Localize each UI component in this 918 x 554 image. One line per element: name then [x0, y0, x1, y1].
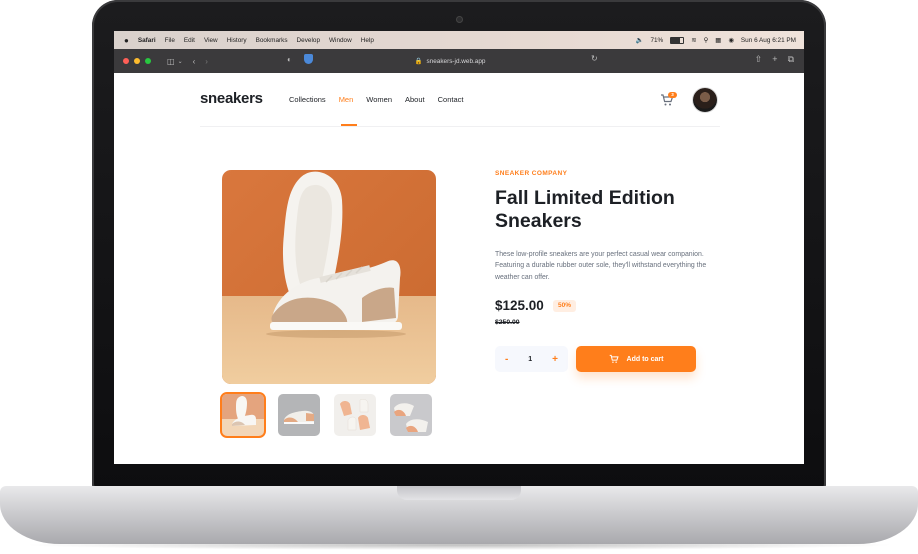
- product-description: These low-profile sneakers are your perf…: [495, 251, 707, 281]
- cart-count-badge: 3: [668, 92, 677, 98]
- close-window-button[interactable]: [123, 58, 129, 64]
- discount-badge: 50%: [553, 300, 577, 312]
- battery-icon[interactable]: [670, 36, 685, 44]
- zoom-window-button[interactable]: [145, 58, 151, 64]
- thumbnail-2[interactable]: [278, 394, 320, 436]
- tabs-overview-icon[interactable]: ⧉: [788, 54, 794, 65]
- product-company: SNEAKER COMPANY: [495, 170, 568, 177]
- menu-window[interactable]: Window: [329, 37, 352, 44]
- macos-menubar: ● Safari File Edit View History Bookmark…: [114, 31, 804, 49]
- lock-icon: 🔒: [414, 58, 423, 65]
- screen: ● Safari File Edit View History Bookmark…: [114, 31, 804, 464]
- wifi-icon[interactable]: ≋: [691, 36, 696, 44]
- cart-icon: [609, 354, 619, 363]
- site-logo[interactable]: sneakers: [200, 90, 263, 107]
- address-bar[interactable]: 🔒 sneakers-jd.web.app: [294, 53, 606, 69]
- menu-bookmarks[interactable]: Bookmarks: [256, 37, 288, 44]
- quantity-value: 1: [528, 355, 533, 363]
- active-nav-indicator: [341, 124, 357, 126]
- volume-icon[interactable]: 🔈: [635, 36, 643, 44]
- reload-icon[interactable]: ↻: [591, 54, 598, 63]
- nav-collections[interactable]: Collections: [289, 95, 326, 104]
- laptop-notch: [397, 486, 521, 500]
- window-controls: [114, 58, 151, 64]
- header-divider: [200, 126, 720, 127]
- thumbnail-4[interactable]: [390, 394, 432, 436]
- increase-quantity-button[interactable]: +: [552, 354, 558, 365]
- user-avatar[interactable]: [693, 88, 717, 112]
- decrease-quantity-button[interactable]: -: [505, 354, 508, 365]
- back-icon[interactable]: ‹: [193, 57, 196, 66]
- privacy-icon[interactable]: ◐: [287, 55, 292, 64]
- share-icon[interactable]: ⇧: [755, 54, 763, 65]
- nav-about[interactable]: About: [405, 95, 425, 104]
- web-page: sneakers Collections Men Women About Con…: [114, 73, 804, 464]
- menu-develop[interactable]: Develop: [297, 37, 320, 44]
- add-to-cart-label: Add to cart: [626, 355, 664, 363]
- forward-icon[interactable]: ›: [205, 57, 208, 66]
- menu-help[interactable]: Help: [361, 37, 374, 44]
- menu-view[interactable]: View: [204, 37, 218, 44]
- product-main-image[interactable]: [222, 170, 436, 384]
- chevron-down-icon[interactable]: ⌄: [178, 58, 183, 65]
- menu-app-name[interactable]: Safari: [138, 37, 156, 44]
- thumbnail-3[interactable]: [334, 394, 376, 436]
- control-center-icon[interactable]: ▦: [715, 36, 721, 44]
- product-thumbnails: [220, 392, 432, 438]
- nav-men[interactable]: Men: [339, 95, 354, 104]
- minimize-window-button[interactable]: [134, 58, 140, 64]
- add-to-cart-button[interactable]: Add to cart: [576, 346, 696, 372]
- menu-file[interactable]: File: [165, 37, 175, 44]
- nav-women[interactable]: Women: [366, 95, 392, 104]
- original-price: $250.00: [495, 319, 520, 326]
- safari-toolbar: ◫ ⌄ ‹ › ◐ 🔒 sneakers-jd.web.app ↻ ⇧ + ⧉: [114, 49, 804, 73]
- apple-icon[interactable]: ●: [124, 36, 129, 45]
- menu-edit[interactable]: Edit: [184, 37, 195, 44]
- product-price: $125.00: [495, 298, 544, 313]
- thumbnail-1[interactable]: [220, 392, 266, 438]
- sidebar-icon[interactable]: ◫: [167, 57, 175, 66]
- siri-icon[interactable]: ◉: [728, 36, 734, 44]
- camera: [456, 16, 463, 23]
- new-tab-icon[interactable]: +: [772, 54, 777, 65]
- nav-contact[interactable]: Contact: [438, 95, 464, 104]
- menu-history[interactable]: History: [227, 37, 247, 44]
- product-title: Fall Limited Edition Sneakers: [495, 187, 675, 232]
- quantity-stepper: - 1 +: [495, 346, 568, 372]
- spotlight-icon[interactable]: ⚲: [704, 36, 709, 44]
- main-nav: Collections Men Women About Contact: [289, 95, 463, 104]
- url-text: sneakers-jd.web.app: [426, 57, 486, 65]
- battery-percent: 71%: [650, 36, 664, 44]
- menubar-clock[interactable]: Sun 6 Aug 6:21 PM: [741, 37, 796, 44]
